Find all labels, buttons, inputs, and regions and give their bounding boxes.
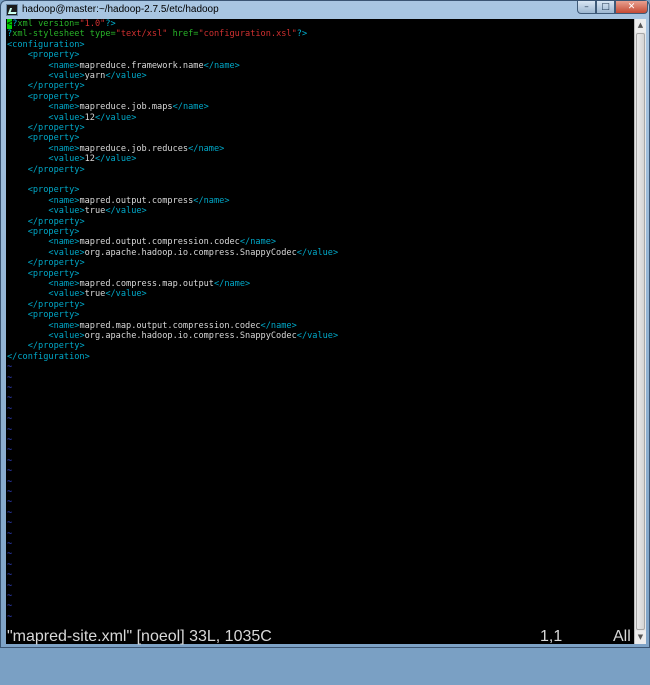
minimize-button[interactable]: – — [577, 1, 596, 14]
property-value: true — [84, 289, 106, 300]
property-close-line: </property> — [27, 299, 85, 310]
empty-line-tilde: ~ — [7, 466, 13, 477]
property-value: true — [84, 206, 106, 217]
empty-line-tilde: ~ — [7, 591, 13, 601]
status-cursor-position: 1,1 — [540, 628, 563, 645]
empty-line-tilde: ~ — [7, 528, 13, 539]
window-title: hadoop@master:~/hadoop-2.7.5/etc/hadoop — [22, 4, 219, 15]
status-file-info: "mapred-site.xml" [noeol] 33L, 1035C — [7, 628, 272, 645]
xml-declaration-line: <?xml version="1.0"?> — [7, 19, 116, 29]
empty-line-tilde: ~ — [7, 611, 13, 622]
property-value: org.apache.hadoop.io.compress.SnappyCode… — [84, 247, 297, 258]
property-close-line: </property> — [27, 164, 85, 175]
scroll-down-arrow-icon[interactable]: ▼ — [635, 631, 646, 644]
property-close-line: </property> — [27, 216, 85, 227]
empty-line-tilde: ~ — [7, 372, 13, 383]
scroll-thumb[interactable] — [636, 33, 645, 630]
empty-line-tilde: ~ — [7, 362, 13, 373]
empty-line-tilde: ~ — [7, 518, 13, 529]
property-value: org.apache.hadoop.io.compress.SnappyCode… — [84, 331, 297, 341]
status-line: "mapred-site.xml" [noeol] 33L, 1035C 1,1… — [7, 628, 633, 645]
property-name: mapreduce.framework.name — [79, 60, 204, 71]
empty-line-tilde: ~ — [7, 445, 13, 456]
empty-line-tilde: ~ — [7, 539, 13, 549]
title-bar[interactable]: hadoop@master:~/hadoop-2.7.5/etc/hadoop … — [1, 1, 649, 19]
property-open-line: <property> — [27, 50, 80, 61]
empty-line-tilde: ~ — [7, 414, 13, 425]
property-close-line: </property> — [27, 81, 85, 92]
empty-line-tilde: ~ — [7, 601, 13, 612]
terminal-window: hadoop@master:~/hadoop-2.7.5/etc/hadoop … — [0, 0, 650, 648]
empty-line-tilde: ~ — [7, 435, 13, 445]
status-scroll-percent: All — [613, 628, 631, 645]
empty-line-tilde: ~ — [7, 507, 13, 518]
terminal-app-icon[interactable] — [6, 4, 18, 16]
empty-line-tilde: ~ — [7, 424, 13, 435]
property-value: yarn — [84, 71, 106, 81]
property-value-line: <value>true</value> — [48, 206, 147, 217]
property-open-line: <property> — [27, 227, 80, 237]
property-value-line: <value>12</value> — [48, 154, 137, 165]
property-name: mapred.map.output.compression.codec — [79, 320, 261, 331]
property-value-line: <value>org.apache.hadoop.io.compress.Sna… — [48, 331, 339, 341]
property-value: 12 — [84, 112, 95, 123]
property-close-line: </property> — [27, 341, 85, 352]
empty-line-tilde: ~ — [7, 455, 13, 466]
property-value: 12 — [84, 154, 95, 165]
empty-line-tilde: ~ — [7, 549, 13, 560]
property-value-line: <value>org.apache.hadoop.io.compress.Sna… — [48, 247, 339, 258]
property-name: mapred.compress.map.output — [79, 279, 214, 289]
vertical-scrollbar[interactable]: ▲ ▼ — [634, 19, 646, 644]
scroll-up-arrow-icon[interactable]: ▲ — [635, 19, 646, 32]
property-name-line: <name>mapreduce.job.reduces</name> — [48, 143, 225, 154]
empty-line-tilde: ~ — [7, 497, 13, 508]
property-open-line: <property> — [27, 185, 80, 196]
configuration-close-line: </configuration> — [7, 351, 90, 362]
property-name: mapred.output.compression.codec — [79, 237, 240, 248]
property-close-line: </property> — [27, 123, 85, 133]
property-name-line: <name>mapred.output.compression.codec</n… — [48, 237, 277, 248]
terminal-text-area[interactable]: <?xml version="1.0"?> ?xml-stylesheet ty… — [6, 19, 634, 644]
property-open-line: <property> — [27, 91, 80, 102]
property-name-line: <name>mapred.output.compress</name> — [48, 195, 230, 206]
configuration-open-line: <configuration> — [7, 39, 85, 50]
property-close-line: </property> — [27, 258, 85, 269]
property-value-line: <value>true</value> — [48, 289, 147, 300]
empty-line-tilde: ~ — [7, 559, 13, 570]
empty-line-tilde: ~ — [7, 580, 13, 591]
empty-line-tilde: ~ — [7, 570, 13, 581]
property-name-line: <name>mapred.map.output.compression.code… — [48, 320, 297, 331]
property-name-line: <name>mapreduce.job.maps</name> — [48, 102, 209, 113]
maximize-button[interactable]: □ — [596, 1, 615, 14]
empty-line-tilde: ~ — [7, 476, 13, 487]
close-button[interactable]: ✕ — [615, 1, 648, 14]
property-value-line: <value>12</value> — [48, 112, 137, 123]
property-open-line: <property> — [27, 268, 80, 279]
property-name-line: <name>mapreduce.framework.name</name> — [48, 60, 240, 71]
property-open-line: <property> — [27, 133, 80, 144]
empty-line-tilde: ~ — [7, 393, 13, 404]
property-value-line: <value>yarn</value> — [48, 71, 147, 81]
property-name-line: <name>mapred.compress.map.output</name> — [48, 279, 251, 289]
empty-line-tilde: ~ — [7, 403, 13, 414]
property-open-line: <property> — [27, 310, 80, 321]
empty-line-tilde: ~ — [7, 487, 13, 497]
property-name: mapreduce.job.reduces — [79, 143, 189, 154]
empty-line-tilde: ~ — [7, 383, 13, 393]
property-name: mapreduce.job.maps — [79, 102, 173, 113]
property-name: mapred.output.compress — [79, 195, 194, 206]
stylesheet-declaration-line: ?xml-stylesheet type="text/xsl" href="co… — [7, 29, 308, 40]
